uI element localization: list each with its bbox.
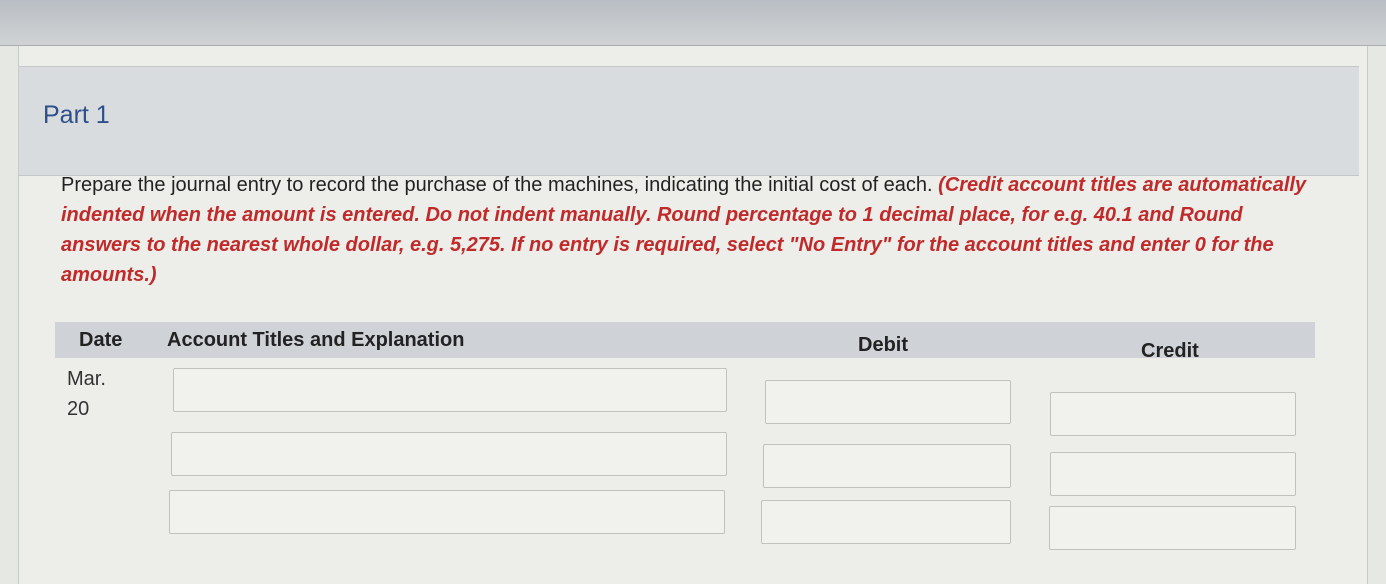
- credit-input-2[interactable]: [1050, 452, 1296, 496]
- journal-header: Date Account Titles and Explanation Debi…: [55, 322, 1315, 362]
- debit-column-header: Debit: [858, 334, 908, 356]
- instructions-main: Prepare the journal entry to record the …: [61, 174, 939, 196]
- debit-input-3[interactable]: [761, 500, 1011, 544]
- entry-date-month: Mar.: [67, 368, 106, 390]
- account-title-input-3[interactable]: [169, 490, 725, 534]
- entry-date: Mar. 20: [67, 364, 106, 424]
- debit-input-1[interactable]: [765, 380, 1011, 424]
- debit-input-2[interactable]: [763, 444, 1011, 488]
- credit-input-1[interactable]: [1050, 392, 1296, 436]
- account-title-input-1[interactable]: [173, 368, 727, 412]
- account-column-header: Account Titles and Explanation: [167, 329, 465, 351]
- part-header: Part 1: [19, 66, 1359, 176]
- part-title: Part 1: [43, 101, 110, 129]
- credit-input-3[interactable]: [1049, 506, 1296, 550]
- account-title-input-2[interactable]: [171, 432, 727, 476]
- question-card: Part 1 Prepare the journal entry to reco…: [18, 46, 1368, 584]
- browser-top-strip: [0, 0, 1386, 46]
- entry-date-day: 20: [67, 398, 90, 420]
- credit-column-header: Credit: [1141, 340, 1199, 362]
- date-column-header: Date: [79, 329, 123, 351]
- instructions: Prepare the journal entry to record the …: [61, 170, 1311, 290]
